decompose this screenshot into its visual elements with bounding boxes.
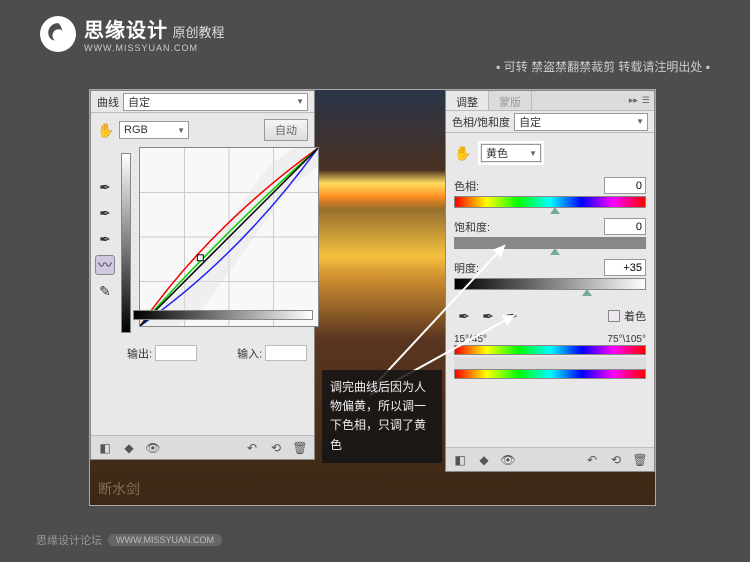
logo-title: 思缘设计 <box>84 20 168 42</box>
curves-graph[interactable] <box>139 147 319 327</box>
input-input[interactable] <box>265 345 307 361</box>
footer-label: 思缘设计论坛 <box>36 532 102 548</box>
logo-swirl-icon <box>40 16 76 52</box>
output-label: 输出: <box>127 349 152 361</box>
logo-url: WWW.MISSYUAN.COM <box>84 43 224 53</box>
horizontal-gradient <box>133 310 313 320</box>
reset-icon[interactable]: ⟲ <box>268 440 284 456</box>
saturation-slider[interactable] <box>454 237 646 249</box>
visibility-icon[interactable]: 👁 <box>500 452 516 468</box>
curves-grid <box>140 148 318 326</box>
curves-panel: 曲线 自定 ✋ RGB 自动 ✒ ✒ ✒ 〰 ✎ <box>90 90 315 460</box>
eyedropper-icon[interactable]: ✒ <box>95 177 115 197</box>
eyedropper-plus-icon[interactable]: ✒ <box>95 203 115 223</box>
trash-icon[interactable]: 🗑 <box>632 452 648 468</box>
range-left-label: 15°/45° <box>454 334 487 345</box>
curves-footer: ◧ ◆ 👁 ↶ ⟲ 🗑 <box>91 435 314 459</box>
hue-slider[interactable] <box>454 196 646 208</box>
hue-footer: ◧ ◆ 👁 ↶ ⟲ 🗑 <box>446 447 654 471</box>
saturation-input[interactable] <box>604 218 646 235</box>
logo-subtitle: 原创教程 <box>172 25 224 40</box>
colorize-checkbox[interactable]: 着色 <box>608 308 646 324</box>
footer-url: WWW.MISSYUAN.COM <box>108 534 222 546</box>
brand-logo: 思缘设计 原创教程 WWW.MISSYUAN.COM <box>40 14 224 53</box>
saturation-label: 饱和度: <box>454 219 490 235</box>
eyedropper-minus-icon[interactable]: ✒ <box>95 229 115 249</box>
colorize-label: 着色 <box>624 308 646 324</box>
author-watermark: 断水剑 <box>98 479 140 499</box>
eyedropper-subtract-icon[interactable]: ✒ <box>502 306 522 326</box>
channel-select[interactable]: RGB <box>119 121 189 139</box>
hue-title: 色相/饱和度 <box>452 114 510 130</box>
target-adjust-icon[interactable]: ✋ <box>454 144 472 162</box>
clip-icon[interactable]: ◆ <box>121 440 137 456</box>
hue-input[interactable] <box>604 177 646 194</box>
input-label: 输入: <box>237 349 262 361</box>
prev-state-icon[interactable]: ↶ <box>244 440 260 456</box>
layer-icon[interactable]: ◧ <box>452 452 468 468</box>
layer-icon[interactable]: ◧ <box>97 440 113 456</box>
output-input[interactable] <box>155 345 197 361</box>
lightness-input[interactable] <box>604 259 646 276</box>
range-right-label: 75°\105° <box>607 334 646 345</box>
range-spectrum-bottom <box>454 369 646 379</box>
tab-mask[interactable]: 蒙版 <box>489 91 532 110</box>
reset-icon[interactable]: ⟲ <box>608 452 624 468</box>
hue-saturation-panel: 调整 蒙版 ▸▸ ☰ 色相/饱和度 自定 ✋ 黄色 色相: 饱和度: <box>445 90 655 472</box>
curve-tool-icon[interactable]: 〰 <box>95 255 115 275</box>
page-footer: 思缘设计论坛 WWW.MISSYUAN.COM <box>36 532 222 548</box>
copyright-notice: ▪ 可转 禁盗禁翻禁裁剪 转载请注明出处 ▪ <box>496 58 710 75</box>
hue-preset-select[interactable]: 自定 <box>514 113 648 131</box>
workspace-canvas: 曲线 自定 ✋ RGB 自动 ✒ ✒ ✒ 〰 ✎ <box>89 89 656 506</box>
range-marker[interactable] <box>454 357 646 369</box>
visibility-icon[interactable]: 👁 <box>145 440 161 456</box>
tab-collapse-icon[interactable]: ▸▸ <box>629 95 638 106</box>
annotation-tooltip: 调完曲线后因为人物偏黄，所以调一下色相，只调了黄色 <box>322 370 442 463</box>
lightness-slider[interactable] <box>454 278 646 290</box>
tab-adjust[interactable]: 调整 <box>446 91 489 110</box>
target-adjust-icon[interactable]: ✋ <box>97 121 115 139</box>
range-spectrum-top[interactable] <box>454 345 646 355</box>
hue-label: 色相: <box>454 178 479 194</box>
color-range-select[interactable]: 黄色 <box>481 144 541 162</box>
prev-state-icon[interactable]: ↶ <box>584 452 600 468</box>
pencil-tool-icon[interactable]: ✎ <box>95 281 115 301</box>
vertical-gradient <box>121 153 131 333</box>
trash-icon[interactable]: 🗑 <box>292 440 308 456</box>
clip-icon[interactable]: ◆ <box>476 452 492 468</box>
tab-menu-icon[interactable]: ☰ <box>642 95 650 106</box>
auto-button[interactable]: 自动 <box>264 119 308 141</box>
color-range-highlight: 黄色 <box>478 141 544 165</box>
curves-title: 曲线 <box>97 94 119 110</box>
eyedropper-icon[interactable]: ✒ <box>454 306 474 326</box>
eyedropper-add-icon[interactable]: ✒ <box>478 306 498 326</box>
curves-preset-select[interactable]: 自定 <box>123 93 308 111</box>
lightness-label: 明度: <box>454 260 479 276</box>
